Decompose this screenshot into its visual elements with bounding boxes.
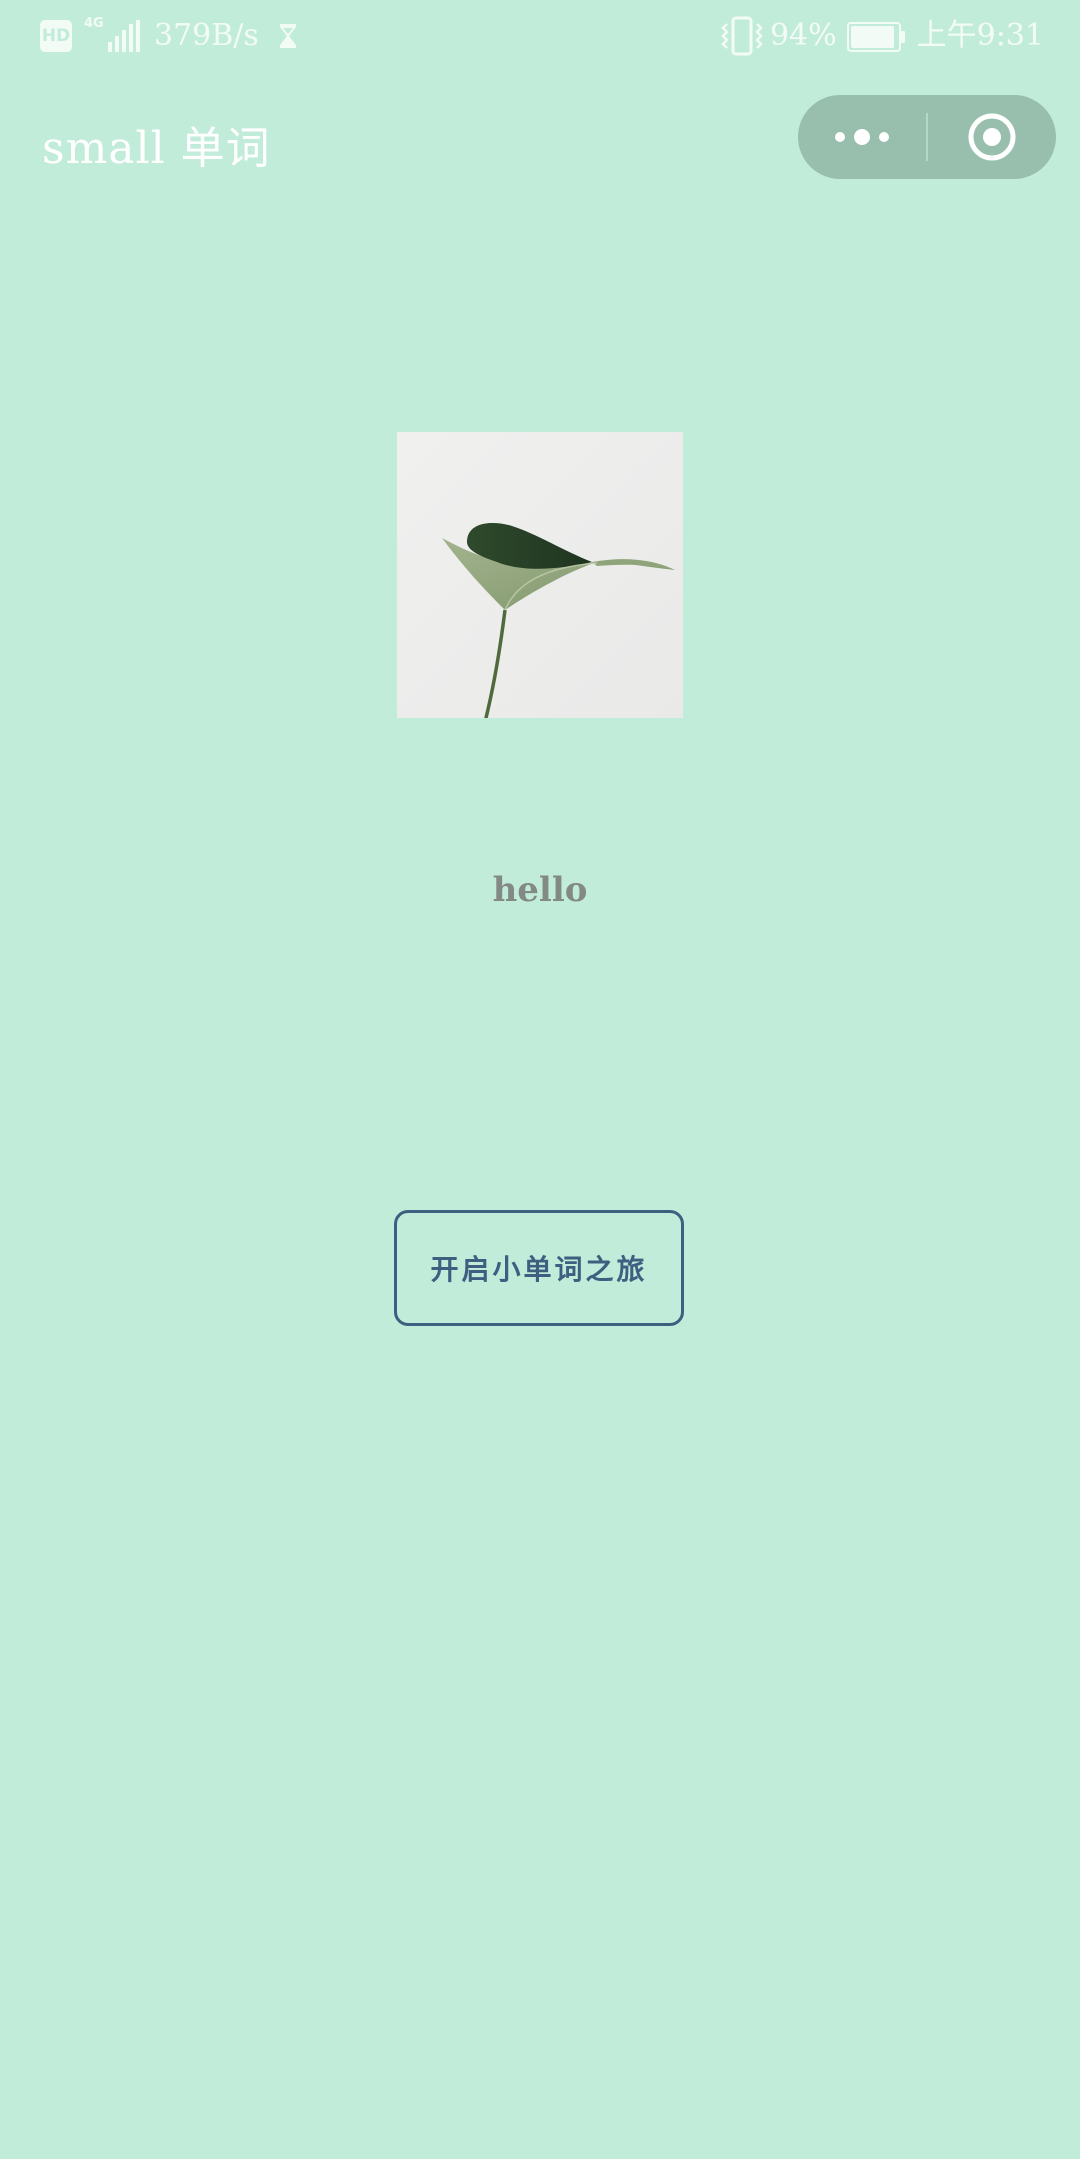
more-icon-dot xyxy=(854,129,870,145)
mini-program-capsule xyxy=(798,95,1056,179)
network-speed: 379B/s xyxy=(154,18,259,53)
status-bar: HD 4G 379B/s 94% 上午9:31 xyxy=(0,0,1080,72)
leaf-illustration xyxy=(442,523,675,718)
leaf-image xyxy=(397,432,683,718)
network-type-label: 4G xyxy=(84,16,104,31)
hourglass-icon xyxy=(279,24,296,48)
start-journey-button[interactable]: 开启小单词之旅 xyxy=(394,1210,684,1326)
more-icon-dot xyxy=(879,132,889,142)
vibrate-icon xyxy=(721,16,763,56)
greeting-text: hello xyxy=(492,870,588,910)
status-bar-left: HD 4G 379B/s xyxy=(40,14,299,58)
hd-icon: HD xyxy=(40,20,72,52)
status-time: 上午9:31 xyxy=(916,18,1044,53)
more-icon-dot xyxy=(835,132,845,142)
close-button[interactable] xyxy=(928,95,1056,179)
signal-icon: 4G xyxy=(84,16,140,54)
close-target-icon xyxy=(968,113,1016,161)
page-title: small 单词 xyxy=(42,123,271,174)
battery-icon xyxy=(846,22,905,52)
more-button[interactable] xyxy=(798,95,926,179)
hd-label: HD xyxy=(41,26,71,46)
nav-bar: small 单词 xyxy=(0,88,1080,188)
signal-bars xyxy=(108,20,140,52)
status-bar-right: 94% 上午9:31 xyxy=(718,14,1044,58)
battery-percent: 94% xyxy=(769,18,837,53)
